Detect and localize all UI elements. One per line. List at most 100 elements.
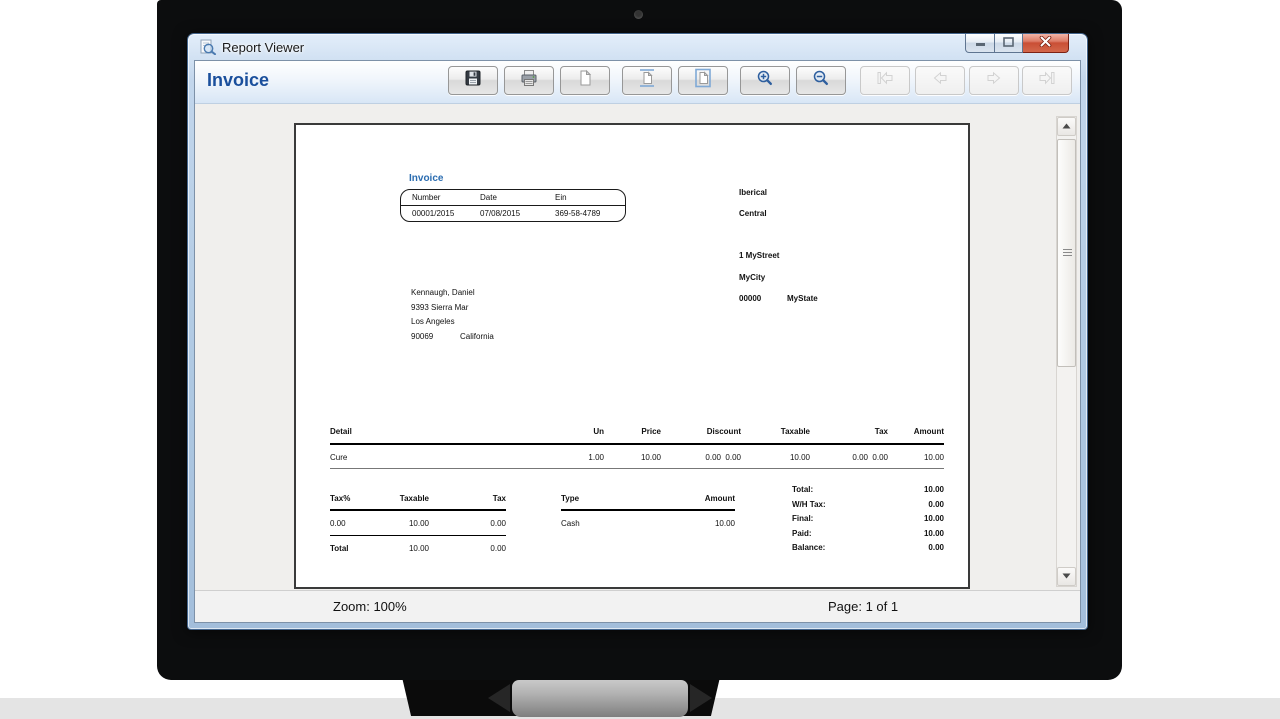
- detail-table: Detail Un Price Discount Taxable Tax Amo…: [330, 425, 944, 473]
- invoice-page: Invoice Number Date Ein 00001/2015 07/08…: [294, 123, 970, 589]
- scroll-up-button[interactable]: [1057, 117, 1076, 136]
- taxpct-header: Tax%: [330, 494, 350, 503]
- detail-cell-un: 1.00: [588, 453, 604, 462]
- company-zip: 00000: [739, 294, 761, 303]
- last-page-button[interactable]: [1022, 66, 1072, 95]
- detail-cell-price: 10.00: [641, 453, 661, 462]
- next-page-button[interactable]: [969, 66, 1019, 95]
- zoom-in-button[interactable]: [740, 66, 790, 95]
- detail-cell-taxable: 10.00: [790, 453, 810, 462]
- webcam-dot: [634, 10, 643, 19]
- taxable-header: Taxable: [781, 427, 810, 436]
- first-page-icon: [873, 68, 897, 93]
- close-button[interactable]: [1023, 34, 1069, 53]
- detail-cell-discount: 0.00 0.00: [705, 453, 741, 462]
- print-button[interactable]: [504, 66, 554, 95]
- first-page-button[interactable]: [860, 66, 910, 95]
- vertical-scrollbar[interactable]: [1056, 116, 1077, 587]
- client-area: Invoice: [194, 60, 1081, 623]
- maximize-button[interactable]: [995, 34, 1023, 53]
- save-button[interactable]: [448, 66, 498, 95]
- company-city: MyCity: [739, 273, 765, 282]
- final-value: 10.00: [924, 514, 944, 523]
- tax-cell-tax: 0.00: [490, 519, 506, 528]
- toolbar: Invoice: [195, 61, 1080, 104]
- customer-street: 9393 Sierra Mar: [411, 303, 468, 312]
- tax-tax-header: Tax: [493, 494, 506, 503]
- header-box-divider: [401, 205, 625, 206]
- tax-total-tax: 0.00: [490, 544, 506, 553]
- type-header: Type: [561, 494, 579, 503]
- total-value: 10.00: [924, 485, 944, 494]
- titlebar[interactable]: Report Viewer: [188, 34, 1087, 60]
- company-name: Iberical: [739, 188, 767, 197]
- detail-cell-name: Cure: [330, 453, 347, 462]
- previous-page-icon: [928, 68, 952, 93]
- monitor-stand-base: [512, 680, 688, 717]
- balance-label: Balance:: [792, 543, 825, 552]
- detail-header: Detail: [330, 427, 352, 436]
- scroll-down-button[interactable]: [1057, 567, 1076, 586]
- window-controls: [965, 34, 1069, 53]
- previous-page-button[interactable]: [915, 66, 965, 95]
- statusbar: Zoom: 100% Page: 1 of 1: [195, 590, 1080, 622]
- tax-cell-taxable: 10.00: [409, 519, 429, 528]
- payment-table: Type Amount Cash 10.00: [561, 492, 735, 532]
- minimize-button[interactable]: [965, 34, 995, 53]
- report-viewer-icon: [199, 39, 217, 60]
- tax-taxable-header: Taxable: [400, 494, 429, 503]
- zoom-out-icon: [810, 68, 832, 93]
- customer-name: Kennaugh, Daniel: [411, 288, 475, 297]
- col-date-label: Date: [480, 193, 497, 202]
- stand-hinge-left: [488, 684, 510, 712]
- report-viewer-window: Report Viewer: [187, 33, 1088, 630]
- detail-cell-amount: 10.00: [924, 453, 944, 462]
- customer-zip: 90069: [411, 332, 433, 341]
- detail-row-rule: [330, 468, 944, 469]
- fit-height-icon: [636, 68, 658, 93]
- payment-amount: 10.00: [715, 519, 735, 528]
- stand-hinge-right: [690, 684, 712, 712]
- report-preview-area[interactable]: Invoice Number Date Ein 00001/2015 07/08…: [195, 104, 1080, 590]
- customer-city: Los Angeles: [411, 317, 455, 326]
- thumb-grip-icon: [1063, 249, 1072, 257]
- tax-header-rule: [330, 509, 506, 511]
- tax-total-rule: [330, 535, 506, 536]
- payment-header-rule: [561, 509, 735, 511]
- actual-size-button[interactable]: [560, 66, 610, 95]
- paid-label: Paid:: [792, 529, 812, 538]
- zoom-out-button[interactable]: [796, 66, 846, 95]
- zoom-in-icon: [754, 68, 776, 93]
- whtax-value: 0.00: [928, 500, 944, 509]
- page-icon: [574, 68, 596, 93]
- tax-cell-pct: 0.00: [330, 519, 346, 528]
- invoice-header-box: Number Date Ein 00001/2015 07/08/2015 36…: [400, 189, 626, 222]
- scrollbar-thumb[interactable]: [1057, 139, 1076, 367]
- col-ein-label: Ein: [555, 193, 567, 202]
- last-page-icon: [1035, 68, 1059, 93]
- next-page-icon: [982, 68, 1006, 93]
- tax-table: Tax% Taxable Tax 0.00 10.00 0.00 Total 1…: [330, 492, 506, 554]
- monitor-scene: Report Viewer: [0, 0, 1280, 719]
- save-icon: [462, 68, 484, 93]
- window-title: Report Viewer: [222, 40, 304, 55]
- whtax-label: W/H Tax:: [792, 500, 826, 509]
- tax-header: Tax: [875, 427, 888, 436]
- detail-header-rule: [330, 443, 944, 445]
- tax-total-label: Total: [330, 544, 349, 553]
- company-state: MyState: [787, 294, 818, 303]
- company-branch: Central: [739, 209, 767, 218]
- print-icon: [518, 68, 540, 93]
- scroll-down-icon: [1062, 572, 1071, 581]
- balance-value: 0.00: [928, 543, 944, 552]
- page-status: Page: 1 of 1: [828, 599, 898, 614]
- fit-height-button[interactable]: [622, 66, 672, 95]
- fit-page-button[interactable]: [678, 66, 728, 95]
- invoice-date: 07/08/2015: [480, 209, 520, 218]
- invoice-ein: 369-58-4789: [555, 209, 600, 218]
- maximize-icon: [1003, 34, 1014, 52]
- detail-cell-tax: 0.00 0.00: [852, 453, 888, 462]
- invoice-heading: Invoice: [409, 173, 443, 184]
- un-header: Un: [593, 427, 604, 436]
- discount-header: Discount: [707, 427, 741, 436]
